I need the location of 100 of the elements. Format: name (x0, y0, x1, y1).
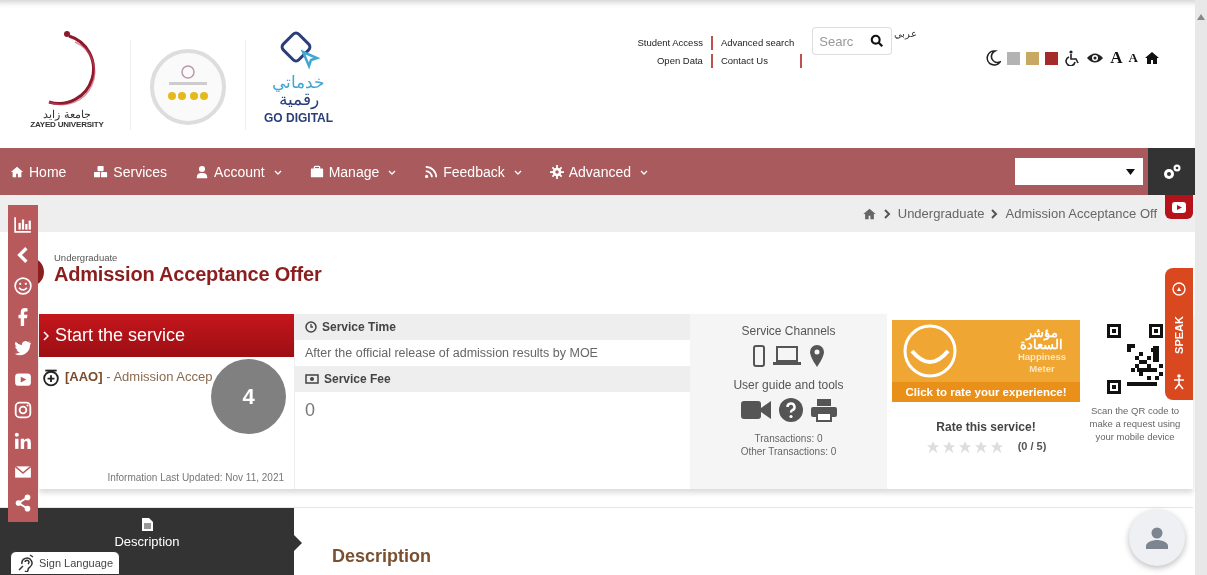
header-link[interactable]: Contact Us (712, 55, 776, 66)
service-code-name: [AAO] - Admission Accep (65, 369, 213, 384)
university-arabic-name: جامعة زايد (43, 108, 91, 120)
user-icon (195, 164, 210, 179)
nav-menu-item[interactable]: Manage (309, 163, 397, 180)
header-link[interactable]: Open Data (648, 55, 711, 66)
smiley-icon[interactable] (14, 276, 32, 295)
banner-text: Meter (1028, 363, 1056, 375)
caret-icon (640, 170, 648, 176)
hearing-icon (17, 554, 35, 572)
settings-button[interactable] (1148, 148, 1195, 195)
banner-text: Happiness (1017, 351, 1066, 363)
smiley-icon (902, 323, 958, 379)
qr-caption: Scan the QR code to make a request using your mobile device (1088, 404, 1182, 443)
nav-menu-item[interactable]: Feedback (424, 163, 522, 180)
briefcase-icon (309, 164, 324, 179)
start-service-button[interactable]: Start the service (39, 314, 294, 357)
document-icon (141, 518, 153, 531)
rss-icon (424, 164, 439, 179)
cubes-icon (94, 164, 109, 179)
home-icon (10, 164, 24, 179)
network-icon[interactable] (14, 432, 32, 451)
nav-menu-item[interactable]: Account (195, 163, 282, 180)
video-camera-icon[interactable] (740, 399, 771, 421)
caret-icon (513, 170, 522, 176)
language-link[interactable]: عربي (894, 28, 918, 39)
banner-arabic-text: السعادة (1019, 339, 1065, 351)
person-icon (1173, 374, 1185, 390)
chevron-right-icon (43, 330, 49, 341)
laptop-icon[interactable] (772, 346, 801, 366)
header-link[interactable]: Advanced search (712, 37, 803, 48)
star-icon[interactable] (973, 440, 988, 454)
chevron-right-icon (883, 208, 891, 219)
bird-icon[interactable] (14, 338, 32, 357)
gear-icon (549, 164, 564, 179)
breadcrumb-link[interactable]: Undergraduate (897, 206, 985, 221)
wheelchair-icon[interactable] (1064, 50, 1081, 66)
nav-menu-item[interactable]: Services (94, 163, 168, 180)
last-updated-text: Information Last Updated: Nov 11, 2021 (106, 472, 285, 483)
header-link[interactable]: Student Access (629, 37, 711, 48)
service-fee-value: 0 (304, 399, 316, 421)
page-title: Admission Acceptance Offer (54, 263, 322, 286)
scrollbar[interactable] (1195, 0, 1207, 575)
home-icon[interactable] (1144, 50, 1160, 66)
coin-plus-icon (43, 369, 59, 387)
star-rating[interactable] (925, 440, 1004, 454)
section-heading: Description (332, 546, 432, 568)
logo-text: GO DIGITAL (264, 111, 334, 125)
qr-code-icon (1107, 324, 1163, 394)
category-label: Undergraduate (54, 252, 119, 263)
caret-icon (273, 170, 282, 176)
channels-heading: Service Channels (741, 324, 836, 338)
scroll-up-icon[interactable] (1197, 14, 1205, 20)
transactions-count: Transactions: 0 (754, 432, 823, 445)
phone-icon[interactable] (752, 345, 765, 367)
nav-menu-item[interactable]: Advanced (549, 163, 648, 180)
star-icon[interactable] (957, 440, 972, 454)
award-seal-icon (149, 48, 227, 126)
rate-experience-text: Click to rate your experience! (892, 382, 1080, 402)
other-transactions-count: Other Transactions: 0 (740, 445, 837, 458)
breadcrumb-link[interactable]: Admission Acceptance Off (1005, 206, 1157, 221)
font-size-button[interactable]: A (1128, 50, 1138, 66)
theme-swatch[interactable] (1045, 51, 1059, 65)
font-size-button[interactable]: A (1110, 48, 1123, 68)
service-time-heading: Service Time (322, 320, 396, 334)
video-tab-button[interactable] (1165, 195, 1193, 219)
theme-swatch[interactable] (1026, 51, 1040, 65)
banknote-icon (305, 374, 319, 384)
theme-swatch[interactable] (1007, 51, 1021, 65)
chart-icon[interactable] (14, 214, 32, 233)
rating-count: (0 / 5) (1017, 439, 1047, 452)
dropdown-caret-icon (1126, 168, 1135, 175)
rate-service-heading: Rate this service! (936, 420, 1036, 434)
user-guide-heading: User guide and tools (733, 378, 844, 392)
banner-arabic-text: مؤشر (1025, 327, 1058, 339)
nav-menu-item[interactable]: Home (10, 163, 67, 180)
play-icon (1172, 201, 1186, 213)
sign-language-button[interactable]: Sign Language (10, 551, 120, 575)
video-icon[interactable] (14, 370, 32, 388)
camera-icon[interactable] (14, 401, 32, 420)
settings-icon (1161, 162, 1182, 181)
speak-tab[interactable]: SPEAK (1165, 268, 1193, 400)
logo-arabic-text: رقمية (278, 91, 319, 108)
play-circle-icon (1172, 282, 1186, 296)
printer-icon[interactable] (810, 398, 837, 422)
service-fee-heading: Service Fee (324, 372, 391, 386)
star-icon[interactable] (941, 440, 956, 454)
person-icon (1144, 527, 1170, 549)
service-time-value: After the official release of admission results by MOE (304, 345, 599, 362)
step-number-badge: 4 (211, 359, 286, 434)
help-icon[interactable] (778, 398, 803, 422)
star-icon[interactable] (925, 440, 940, 454)
location-pin-icon[interactable] (808, 344, 825, 368)
clock-icon (305, 321, 317, 333)
moon-icon[interactable] (985, 50, 1002, 66)
chevron-right-icon (991, 208, 999, 219)
star-icon[interactable] (989, 440, 1004, 454)
share-icon[interactable] (14, 494, 32, 513)
university-name: ZAYED UNIVERSITY (30, 120, 104, 129)
caret-icon (388, 170, 397, 176)
